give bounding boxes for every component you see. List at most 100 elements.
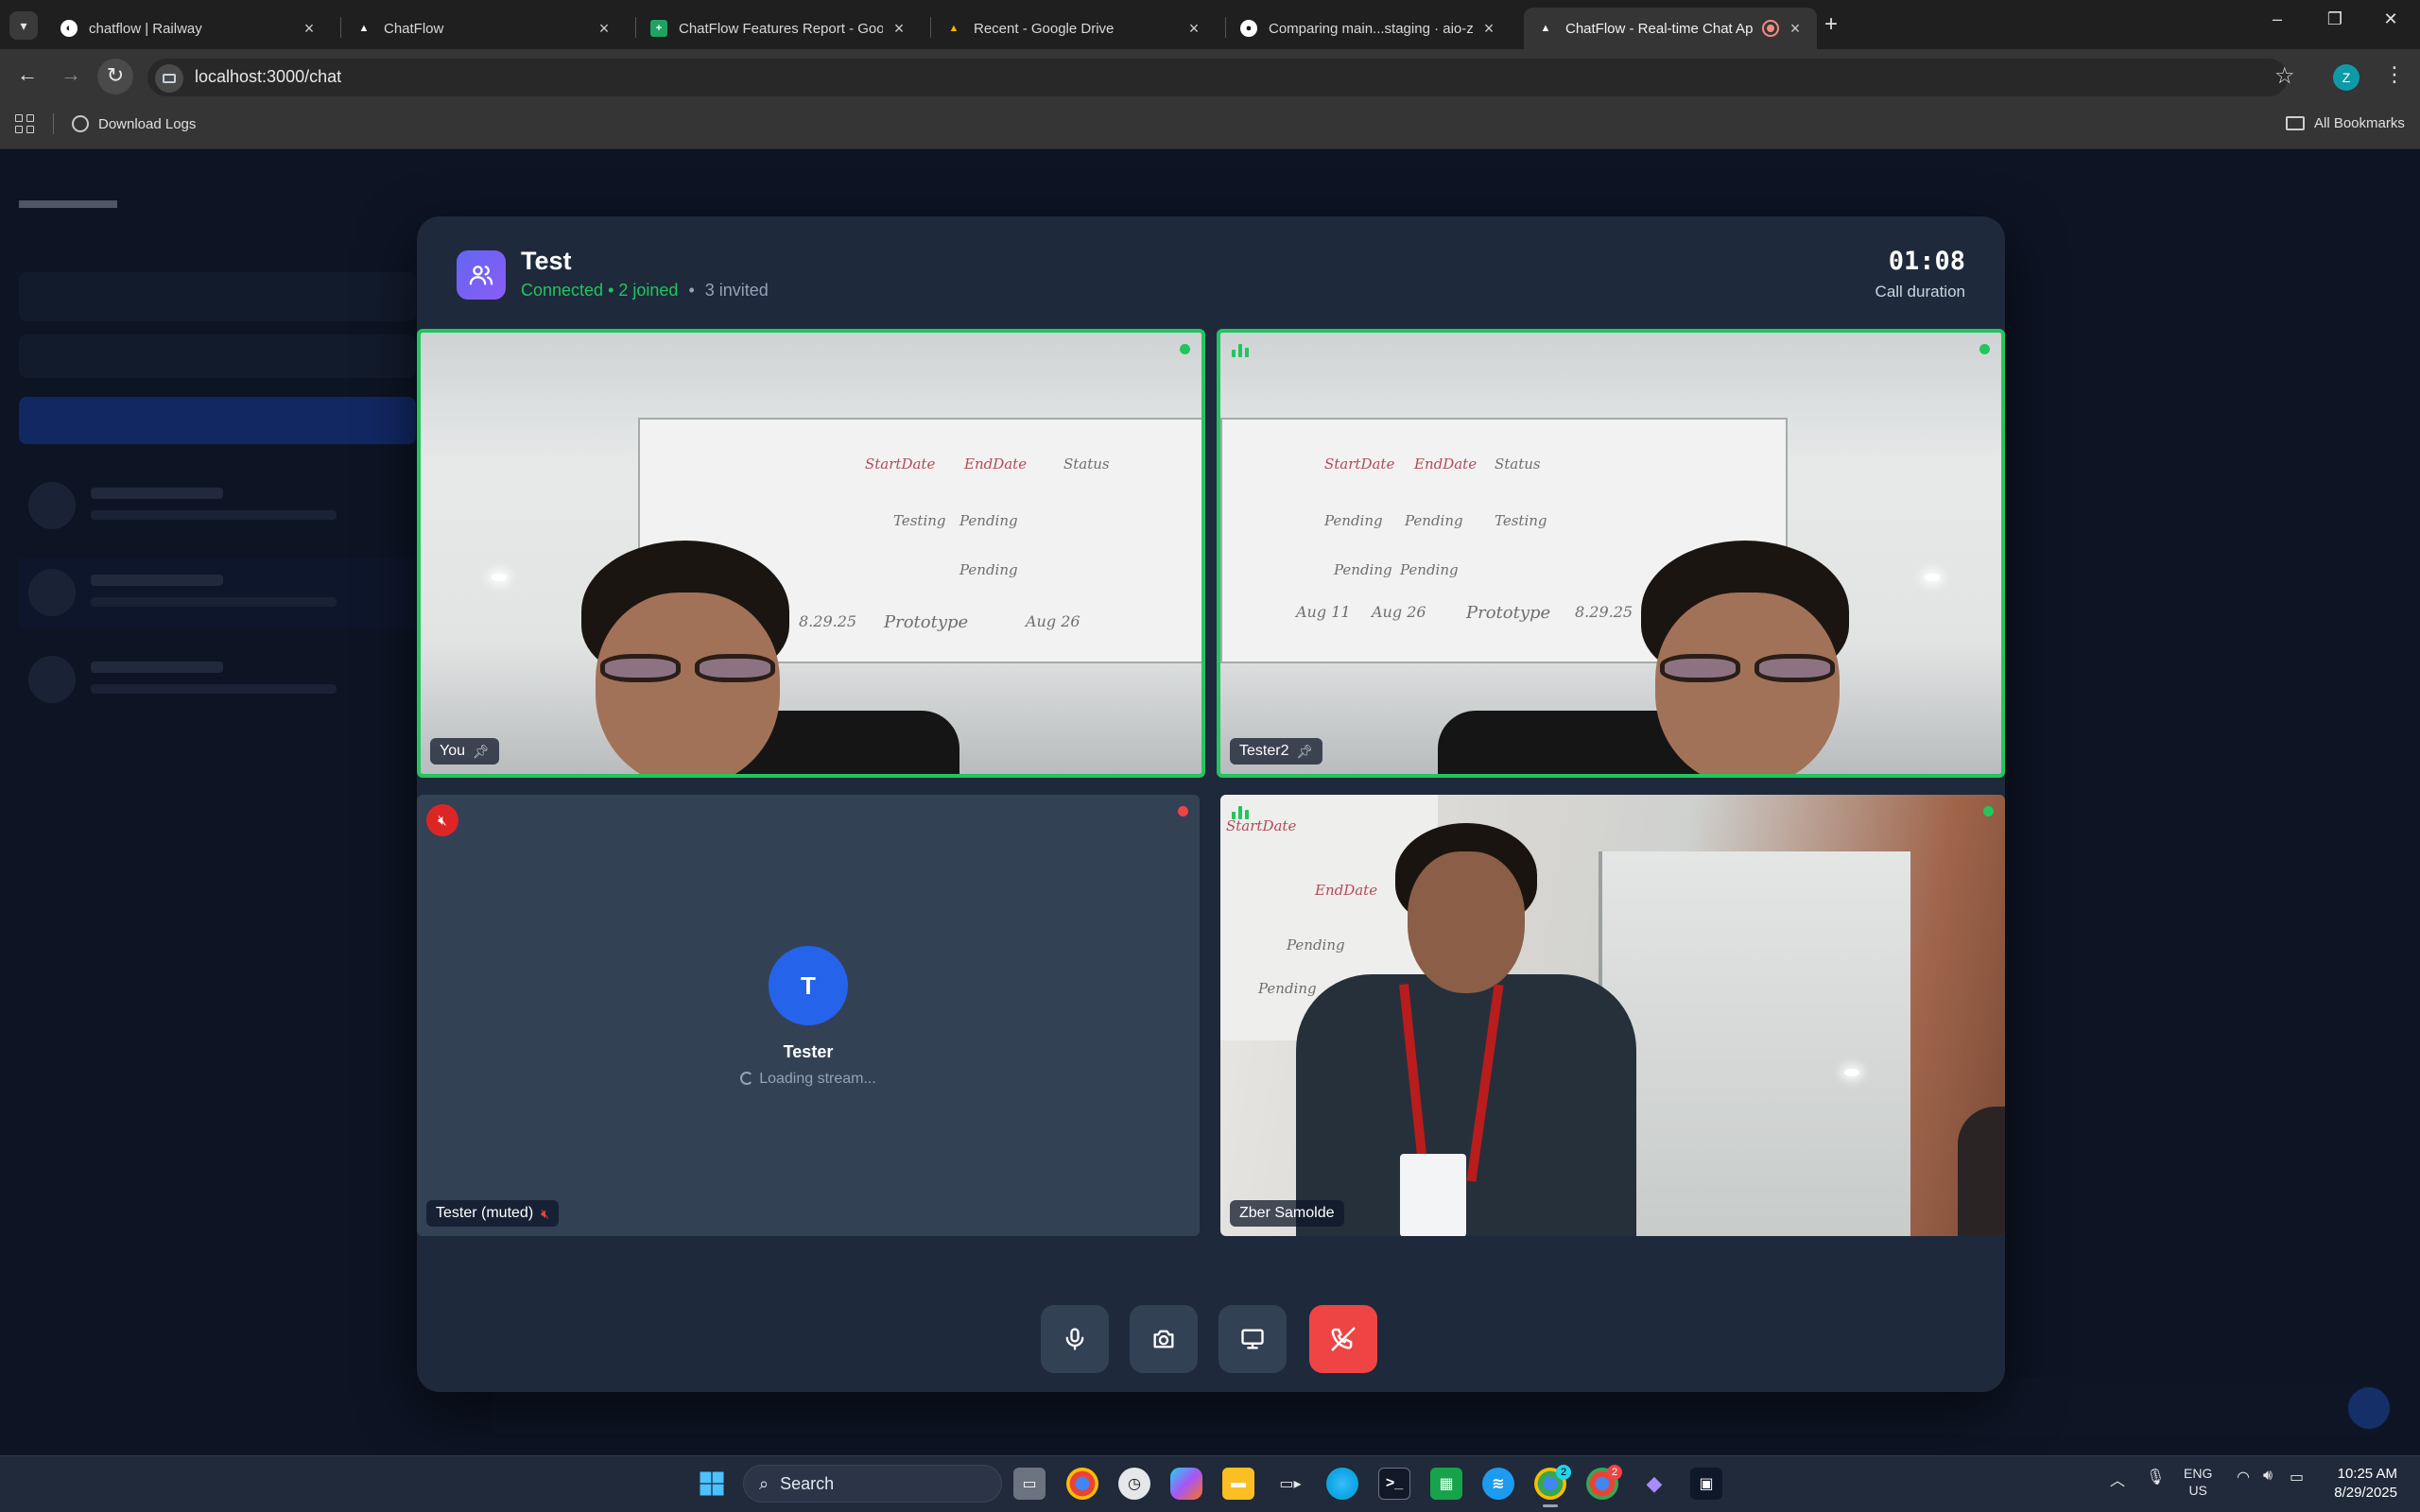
tab-divider xyxy=(340,17,341,38)
app-logo: ▬▬▬▬ xyxy=(19,185,117,214)
video-tile-tester2[interactable]: StartDate EndDate Status Pending Pending… xyxy=(1217,329,2005,778)
tab-chatflow-realtime[interactable]: ▲ ChatFlow - Real-time Chat Ap × xyxy=(1524,8,1817,49)
system-clock[interactable]: 10:25 AM 8/29/2025 xyxy=(2303,1465,2397,1503)
spinner-icon xyxy=(740,1072,754,1085)
url-text: localhost:3000/chat xyxy=(195,67,342,86)
tab-features-report[interactable]: + ChatFlow Features Report - Googl × xyxy=(637,8,921,49)
calculator-icon[interactable]: ▦ xyxy=(1430,1468,1462,1500)
all-bookmarks-button[interactable]: All Bookmarks xyxy=(2286,115,2405,131)
phone-end-icon xyxy=(1331,1327,1356,1351)
profile-avatar[interactable]: Z xyxy=(2333,64,2360,91)
audio-level-icon xyxy=(1232,344,1249,357)
notification-badge: 2 xyxy=(1556,1465,1571,1480)
tab-chatflow[interactable]: ▲ ChatFlow × xyxy=(342,8,626,49)
copilot-icon[interactable] xyxy=(1170,1468,1202,1500)
close-tab-icon[interactable]: × xyxy=(890,19,908,39)
close-window-button[interactable]: ✕ xyxy=(2377,9,2405,29)
monitor-icon xyxy=(1241,1329,1264,1349)
video-app-icon[interactable]: ▭▸ xyxy=(1274,1468,1306,1500)
tab-railway[interactable]: ◐ chatflow | Railway × xyxy=(47,8,331,49)
close-tab-icon[interactable]: × xyxy=(1787,19,1804,39)
language-indicator[interactable]: ENG US xyxy=(2184,1465,2212,1499)
tab-search-button[interactable]: ▾ xyxy=(9,11,38,40)
new-tab-button[interactable]: + xyxy=(1824,11,1838,38)
forward-button[interactable]: → xyxy=(57,62,85,87)
globe-icon xyxy=(72,115,89,132)
participant-name-tag: Tester2 📌︎ xyxy=(1230,738,1323,765)
windows-start-icon[interactable] xyxy=(696,1468,728,1500)
bookmark-download-logs[interactable]: Download Logs xyxy=(72,115,196,132)
connection-status-dot xyxy=(1979,344,1990,354)
apps-grid-icon[interactable] xyxy=(15,114,34,133)
search-icon: ⌕ xyxy=(759,1473,769,1493)
obsidian-icon[interactable]: ◆ xyxy=(1638,1468,1670,1500)
terminal-icon[interactable]: >_ xyxy=(1378,1468,1410,1500)
camera-icon xyxy=(1153,1330,1174,1349)
end-call-button[interactable] xyxy=(1309,1305,1377,1373)
group-call-icon xyxy=(457,250,506,300)
file-explorer-icon[interactable]: ▬ xyxy=(1222,1468,1254,1500)
camera-feed: StartDate EndDate Pending Pending xyxy=(1220,795,2005,1236)
audio-level-icon xyxy=(1232,806,1249,819)
close-tab-icon[interactable]: × xyxy=(1185,19,1202,39)
video-tile-zber-samolde[interactable]: StartDate EndDate Pending Pending Zber S… xyxy=(1220,795,2005,1236)
bookmark-divider xyxy=(53,113,54,134)
volume-icon[interactable]: 🔊︎ xyxy=(2263,1468,2273,1485)
github-icon: ● xyxy=(1240,20,1257,37)
close-tab-icon[interactable]: × xyxy=(596,19,613,39)
conversation-item xyxy=(19,644,416,714)
app-icon[interactable]: ▣ xyxy=(1690,1468,1722,1500)
clock-app-icon[interactable]: ◷ xyxy=(1118,1468,1150,1500)
connection-status-dot xyxy=(1180,344,1190,354)
chatflow-icon: ▲ xyxy=(1540,23,1551,34)
close-tab-icon[interactable]: × xyxy=(301,19,318,39)
railway-icon: ◐ xyxy=(60,20,78,37)
bookmarks-bar xyxy=(0,102,2420,149)
docker-icon[interactable]: ≋ xyxy=(1482,1468,1514,1500)
restore-button[interactable]: ❐ xyxy=(2321,9,2349,29)
taskbar-search-input[interactable]: ⌕ Search xyxy=(743,1465,1002,1503)
battery-icon[interactable]: ▭ xyxy=(2290,1468,2304,1486)
recording-icon xyxy=(1762,20,1779,37)
loading-status: Loading stream... xyxy=(417,1071,1200,1088)
bookmark-star-icon[interactable]: ☆ xyxy=(2274,62,2295,90)
conversation-item xyxy=(19,558,416,627)
call-duration-label: Call duration xyxy=(1875,283,1965,301)
edge-icon[interactable] xyxy=(1326,1468,1358,1500)
browser-tab-strip: ▾ ◐ chatflow | Railway × ▲ ChatFlow × + … xyxy=(0,0,2420,49)
connection-status-dot xyxy=(1178,806,1188,816)
camera-button[interactable] xyxy=(1130,1305,1198,1373)
call-timer: 01:08 xyxy=(1888,247,1965,276)
address-bar[interactable] xyxy=(147,59,2288,96)
microphone-button[interactable] xyxy=(1041,1305,1109,1373)
minimize-button[interactable]: – xyxy=(2263,9,2291,29)
chrome-icon[interactable] xyxy=(1066,1468,1098,1500)
wifi-icon[interactable]: ◠ xyxy=(2237,1468,2250,1486)
tab-github-compare[interactable]: ● Comparing main...staging · aio-zbe × xyxy=(1227,8,1511,49)
participant-display-name: Tester xyxy=(783,1042,834,1061)
os-taskbar xyxy=(0,1455,2420,1512)
video-tile-tester[interactable]: 🔇︎ T Tester Loading stream... Tester (mu… xyxy=(417,795,1200,1236)
tab-divider xyxy=(635,17,636,38)
close-tab-icon[interactable]: × xyxy=(1480,19,1497,39)
site-info-icon[interactable] xyxy=(155,64,183,93)
google-sheets-icon: + xyxy=(650,20,667,37)
task-view-icon[interactable]: ▭ xyxy=(1013,1468,1046,1500)
participant-name-tag: You 📌︎ xyxy=(430,738,499,765)
avatar: T xyxy=(769,946,848,1025)
tab-google-drive[interactable]: ▲ Recent - Google Drive × xyxy=(932,8,1216,49)
camera-feed: StartDate EndDate Status Pending Testing… xyxy=(421,333,1201,774)
camera-feed: StartDate EndDate Status Pending Pending… xyxy=(1220,333,2001,774)
new-chat-button xyxy=(19,397,416,444)
folder-icon xyxy=(2286,116,2305,130)
screen-share-button[interactable] xyxy=(1219,1305,1287,1373)
notification-badge: 2 xyxy=(1607,1465,1622,1480)
microphone-tray-icon[interactable]: 🎙︎ xyxy=(2146,1468,2165,1486)
participant-name-tag: Zber Samolde xyxy=(1230,1200,1344,1227)
video-tile-you[interactable]: StartDate EndDate Status Pending Testing… xyxy=(417,329,1205,778)
pin-icon: 📌︎ xyxy=(473,743,490,759)
pin-icon: 📌︎ xyxy=(1296,743,1314,759)
browser-menu-icon[interactable]: ⋮ xyxy=(2384,62,2405,87)
show-hidden-icons[interactable]: ︿ xyxy=(2110,1468,2125,1490)
back-button[interactable]: ← xyxy=(13,62,42,87)
